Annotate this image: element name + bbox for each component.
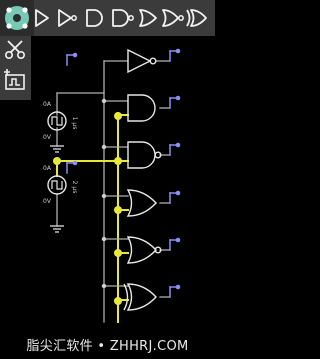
source-high-label: 0A	[43, 101, 52, 108]
sources: 0A 0V 1 μs 0A 0V 2 μs	[43, 101, 78, 233]
logic-probe-dot	[175, 48, 181, 54]
junction-dot	[101, 283, 107, 289]
side-toolbar-background	[0, 36, 31, 100]
nor-gate[interactable]	[126, 236, 162, 264]
watermark: 脂尖汇软件 • ZHHRJ.COM	[0, 329, 215, 359]
ground-icon	[50, 145, 64, 153]
nand-gate[interactable]	[127, 141, 162, 169]
side-toolbar	[0, 36, 31, 100]
junction-dot	[101, 98, 107, 104]
logic-probe-dot	[72, 160, 78, 166]
logic-app-icon[interactable]	[5, 6, 29, 30]
junction-dot	[101, 193, 107, 199]
logic-probe-dot	[175, 142, 181, 148]
source-low-label: 0V	[43, 198, 52, 205]
gates	[123, 48, 162, 311]
circuit-canvas[interactable]: 0A 0V 1 μs 0A 0V 2 μs	[0, 0, 215, 359]
or-gate[interactable]	[126, 189, 157, 217]
ground-icon	[50, 225, 64, 233]
logic-probe-dot	[175, 190, 181, 196]
junction-dot	[101, 236, 107, 242]
junction-dots	[53, 48, 181, 305]
active-junction-dot	[114, 297, 122, 305]
active-junction-dot	[114, 249, 122, 257]
logic-probe-dot	[175, 284, 181, 290]
and-gate[interactable]	[127, 94, 156, 122]
source-low-label: 0V	[43, 134, 52, 141]
active-junction-dot	[114, 206, 122, 214]
toolbar	[0, 0, 215, 36]
active-junction-dot	[53, 157, 61, 165]
logic-probe-dot	[72, 52, 78, 58]
junction-dot	[101, 144, 107, 150]
source-period-label: 1 μs	[71, 117, 78, 130]
clock-source-2[interactable]: 0A 0V 2 μs	[43, 165, 78, 233]
not-gate[interactable]	[127, 48, 157, 74]
logic-probe-dot	[175, 95, 181, 101]
square-wave-icon	[51, 116, 63, 126]
square-wave-icon	[51, 180, 63, 190]
source-high-label: 0A	[43, 165, 52, 172]
xor-gate[interactable]	[123, 283, 157, 311]
source-period-label: 2 μs	[71, 181, 78, 194]
circuit-editor-screen: 0A 0V 1 μs 0A 0V 2 μs 脂尖汇软件 • ZHHRJ.COM	[0, 0, 215, 359]
clock-source-1[interactable]: 0A 0V 1 μs	[43, 101, 78, 153]
active-junction-dot	[114, 157, 122, 165]
active-junction-dot	[114, 112, 122, 120]
logic-probe-dot	[175, 237, 181, 243]
